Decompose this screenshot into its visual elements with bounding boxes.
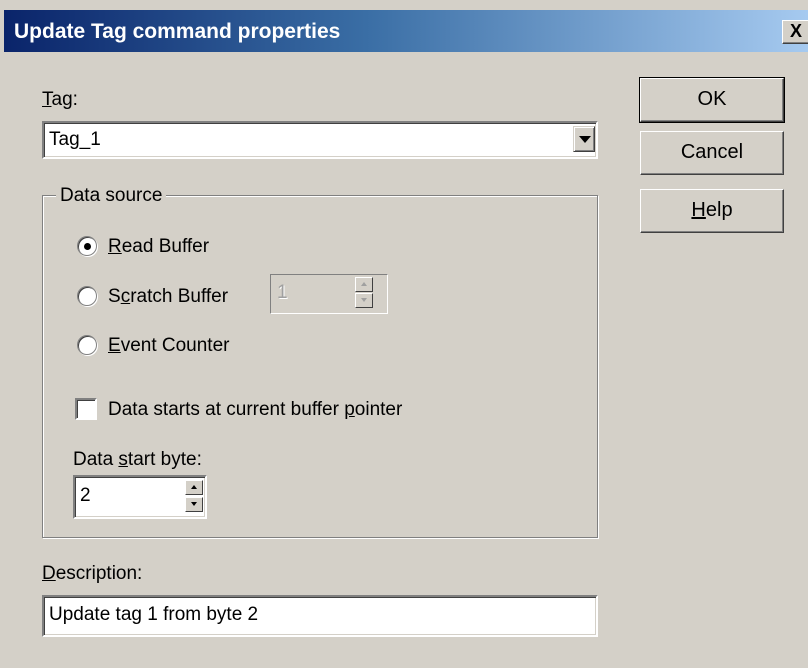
tag-dropdown-value: Tag_1 bbox=[49, 129, 101, 150]
start-byte-label: Data start byte: bbox=[73, 449, 202, 470]
help-button[interactable]: Help bbox=[640, 189, 784, 233]
data-source-title: Data source bbox=[56, 184, 167, 208]
tag-label: Tag: bbox=[42, 89, 78, 110]
buffer-pointer-checkbox[interactable] bbox=[75, 398, 97, 420]
ok-button[interactable]: OK bbox=[639, 77, 785, 123]
description-value: Update tag 1 from byte 2 bbox=[49, 604, 259, 625]
scratch-buffer-input[interactable]: 1 bbox=[270, 274, 388, 314]
description-field[interactable]: Update tag 1 from byte 2 bbox=[42, 595, 598, 637]
spin-up-icon[interactable] bbox=[185, 480, 203, 495]
scratch-buffer-radio[interactable] bbox=[77, 286, 97, 306]
cancel-button[interactable]: Cancel bbox=[640, 131, 784, 175]
scratch-buffer-label[interactable]: Scratch Buffer bbox=[108, 285, 228, 309]
start-byte-value: 2 bbox=[80, 485, 91, 506]
close-button[interactable]: X bbox=[782, 20, 808, 44]
spin-down-icon[interactable] bbox=[185, 497, 203, 512]
read-buffer-radio[interactable] bbox=[77, 236, 97, 256]
spin-up-icon[interactable] bbox=[355, 277, 373, 292]
read-buffer-label[interactable]: Read Buffer bbox=[108, 235, 209, 259]
scratch-buffer-value: 1 bbox=[277, 282, 288, 303]
description-label: Description: bbox=[42, 563, 143, 584]
start-byte-input[interactable]: 2 bbox=[73, 475, 207, 519]
close-icon: X bbox=[789, 21, 802, 41]
event-counter-label[interactable]: Event Counter bbox=[108, 334, 229, 358]
window-title: Update Tag command properties bbox=[14, 20, 341, 43]
chevron-down-icon[interactable] bbox=[573, 126, 595, 152]
spin-down-icon[interactable] bbox=[355, 293, 373, 308]
tag-dropdown[interactable]: Tag_1 bbox=[42, 121, 598, 159]
event-counter-radio[interactable] bbox=[77, 335, 97, 355]
buffer-pointer-label[interactable]: Data starts at current buffer pointer bbox=[108, 398, 402, 422]
